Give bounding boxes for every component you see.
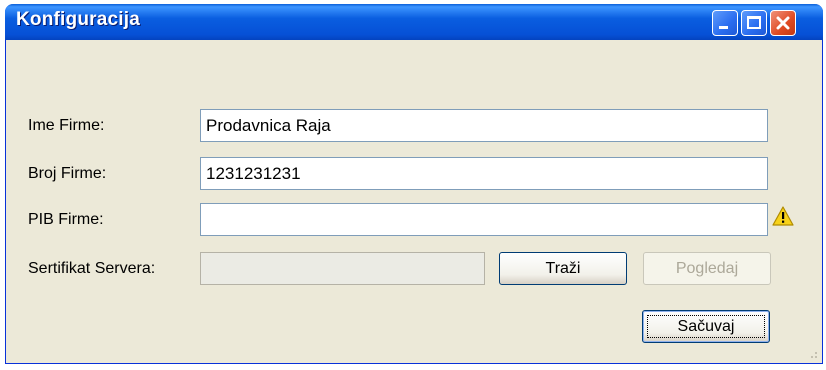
maximize-button[interactable] xyxy=(741,10,767,36)
window-title: Konfiguracija xyxy=(16,9,141,30)
company-name-input[interactable]: Prodavnica Raja xyxy=(200,109,768,142)
title-bar[interactable]: Konfiguracija xyxy=(5,4,823,40)
view-button: Pogledaj xyxy=(643,252,771,285)
save-button[interactable]: Sačuvaj xyxy=(642,310,770,343)
pib-input[interactable] xyxy=(200,203,768,236)
company-number-label: Broj Firme: xyxy=(28,165,107,182)
focus-indicator xyxy=(647,315,765,338)
resize-grip-icon[interactable] xyxy=(806,347,818,359)
certificate-label: Sertifikat Servera: xyxy=(28,260,156,277)
close-button[interactable] xyxy=(770,10,796,36)
warning-icon xyxy=(772,206,794,226)
pib-label: PIB Firme: xyxy=(28,211,104,228)
minimize-icon xyxy=(719,26,728,29)
minimize-button[interactable] xyxy=(712,10,738,36)
configuration-window: Konfiguracija Ime Firme: Prodavnica Raja… xyxy=(5,4,823,364)
company-number-input[interactable]: 1231231231 xyxy=(200,157,768,190)
close-icon xyxy=(776,16,790,30)
browse-button[interactable]: Traži xyxy=(499,252,627,285)
company-name-label: Ime Firme: xyxy=(28,117,105,134)
maximize-icon xyxy=(747,16,761,29)
certificate-input xyxy=(200,252,485,285)
